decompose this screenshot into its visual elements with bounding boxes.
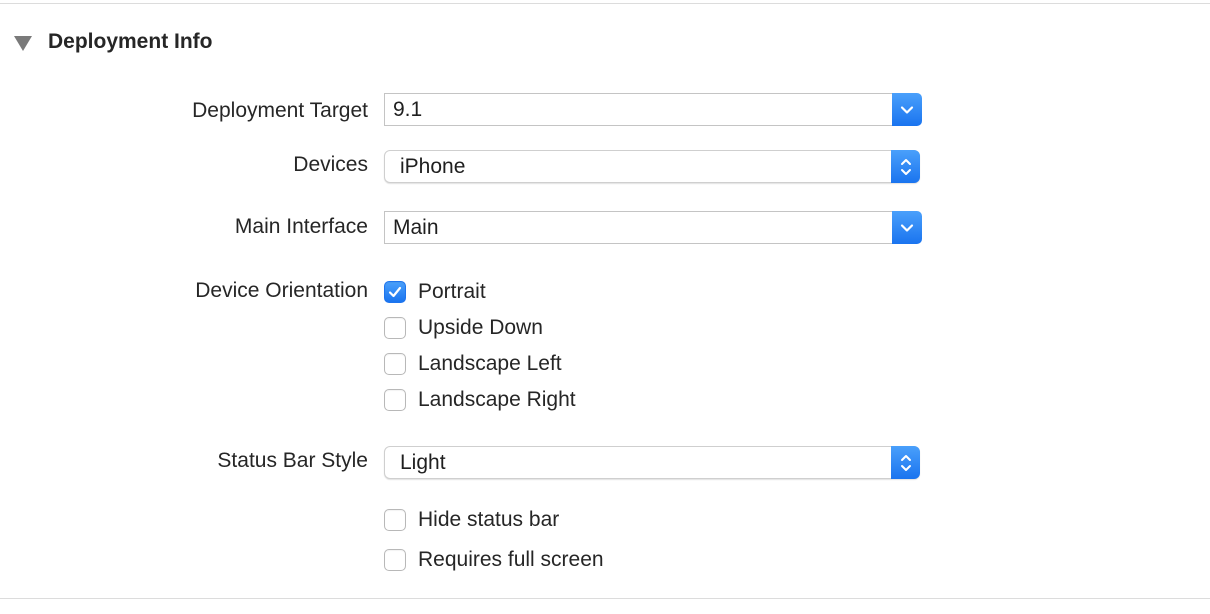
requires-full-screen-label: Requires full screen [418,548,604,571]
checkmark-icon [388,286,402,298]
deployment-info-panel: Deployment Info Deployment Target 9.1 De… [0,0,1210,614]
portrait-label: Portrait [418,280,486,303]
main-interface-combo[interactable]: Main [384,211,922,244]
main-interface-dropdown-button[interactable] [892,211,922,244]
deployment-target-label: Deployment Target [192,99,368,122]
deployment-target-dropdown-button[interactable] [892,93,922,126]
upside-down-checkbox[interactable] [384,317,406,339]
devices-label: Devices [293,153,368,176]
status-bar-style-label: Status Bar Style [217,449,368,472]
portrait-checkbox[interactable] [384,281,406,303]
landscape-right-label: Landscape Right [418,388,576,411]
up-down-chevron-icon [900,158,911,175]
requires-full-screen-row[interactable]: Requires full screen [384,547,604,573]
device-orientation-label: Device Orientation [195,279,368,302]
devices-popup-button[interactable] [891,150,920,183]
orientation-portrait-row[interactable]: Portrait [384,279,486,305]
orientation-landscape-right-row[interactable]: Landscape Right [384,387,576,413]
orientation-landscape-left-row[interactable]: Landscape Left [384,351,562,377]
orientation-upside-down-row[interactable]: Upside Down [384,315,543,341]
chevron-down-icon [900,223,914,232]
deployment-target-combo[interactable]: 9.1 [384,93,922,126]
landscape-left-checkbox[interactable] [384,353,406,375]
status-bar-style-value: Light [400,451,446,474]
hide-status-bar-checkbox[interactable] [384,509,406,531]
section-title: Deployment Info [48,30,213,53]
main-interface-label: Main Interface [234,215,368,238]
section-header[interactable]: Deployment Info [14,28,213,56]
status-bar-style-popup-button[interactable] [891,446,920,479]
bottom-divider [0,598,1210,599]
devices-popup[interactable]: iPhone [384,150,920,183]
requires-full-screen-checkbox[interactable] [384,549,406,571]
up-down-chevron-icon [900,454,911,471]
upside-down-label: Upside Down [418,316,543,339]
landscape-right-checkbox[interactable] [384,389,406,411]
disclosure-triangle-icon[interactable] [14,35,32,51]
landscape-left-label: Landscape Left [418,352,562,375]
main-interface-field[interactable]: Main [384,211,892,244]
deployment-target-field[interactable]: 9.1 [384,93,892,126]
devices-value: iPhone [400,155,466,178]
hide-status-bar-label: Hide status bar [418,508,560,531]
chevron-down-icon [900,105,914,114]
hide-status-bar-row[interactable]: Hide status bar [384,507,559,533]
status-bar-style-popup[interactable]: Light [384,446,920,479]
top-divider [0,3,1210,4]
